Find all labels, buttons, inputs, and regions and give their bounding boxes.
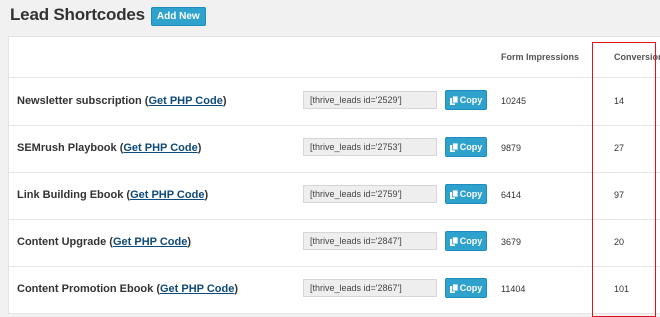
get-php-code-link[interactable]: Get PHP Code bbox=[160, 283, 234, 295]
lead-name-text: Content Promotion Ebook bbox=[17, 283, 154, 295]
copy-icon bbox=[449, 95, 458, 105]
lead-name-text: SEMrush Playbook bbox=[17, 142, 117, 154]
table-row: SEMrush Playbook (Get PHP Code) [thrive_… bbox=[9, 125, 660, 173]
table-row: Content Promotion Ebook (Get PHP Code) [… bbox=[9, 266, 660, 314]
impressions-value: 9879 bbox=[501, 143, 522, 153]
impressions-value: 10245 bbox=[501, 96, 527, 106]
copy-button[interactable]: Copy bbox=[445, 231, 487, 251]
conversions-value: 101 bbox=[614, 284, 630, 294]
copy-label: Copy bbox=[459, 189, 483, 199]
lead-name-text: Newsletter subscription bbox=[17, 95, 142, 107]
shortcode-field[interactable]: [thrive_leads id='2529'] bbox=[303, 91, 437, 109]
conversions-value: 14 bbox=[614, 96, 625, 106]
conversions-value: 20 bbox=[614, 237, 625, 247]
copy-icon bbox=[449, 189, 458, 199]
impressions-value: 3679 bbox=[501, 237, 522, 247]
lead-name: Newsletter subscription (Get PHP Code) bbox=[17, 95, 227, 107]
copy-button[interactable]: Copy bbox=[445, 278, 487, 298]
column-header-impressions: Form Impressions bbox=[501, 52, 580, 62]
copy-icon bbox=[449, 283, 458, 293]
lead-name: Link Building Ebook (Get PHP Code) bbox=[17, 189, 209, 201]
table-row: Content Upgrade (Get PHP Code) [thrive_l… bbox=[9, 219, 660, 267]
add-new-button[interactable]: Add New bbox=[150, 6, 206, 26]
get-php-code-link[interactable]: Get PHP Code bbox=[113, 236, 187, 248]
copy-icon bbox=[449, 236, 458, 246]
table-row: Newsletter subscription (Get PHP Code) [… bbox=[9, 78, 660, 126]
lead-name: Content Promotion Ebook (Get PHP Code) bbox=[17, 283, 239, 295]
conversions-value: 97 bbox=[614, 190, 625, 200]
copy-label: Copy bbox=[459, 95, 483, 105]
copy-label: Copy bbox=[459, 142, 483, 152]
title-bar: Lead Shortcodes Add New bbox=[10, 5, 206, 26]
get-php-code-link[interactable]: Get PHP Code bbox=[123, 142, 197, 154]
copy-label: Copy bbox=[459, 283, 483, 293]
copy-button[interactable]: Copy bbox=[445, 137, 487, 157]
lead-name: Content Upgrade (Get PHP Code) bbox=[17, 236, 192, 248]
shortcode-field[interactable]: [thrive_leads id='2867'] bbox=[303, 279, 437, 297]
table-row: Link Building Ebook (Get PHP Code) [thri… bbox=[9, 172, 660, 220]
lead-name: SEMrush Playbook (Get PHP Code) bbox=[17, 142, 202, 154]
lead-name-text: Link Building Ebook bbox=[17, 189, 124, 201]
page-title: Lead Shortcodes bbox=[10, 5, 145, 24]
impressions-value: 11404 bbox=[501, 284, 526, 294]
impressions-value: 6414 bbox=[501, 190, 522, 200]
shortcode-field[interactable]: [thrive_leads id='2847'] bbox=[303, 232, 437, 250]
lead-name-text: Content Upgrade bbox=[17, 236, 107, 248]
copy-button[interactable]: Copy bbox=[445, 90, 487, 110]
conversions-value: 27 bbox=[614, 143, 625, 153]
shortcode-field[interactable]: [thrive_leads id='2753'] bbox=[303, 138, 437, 156]
table-header: Form Impressions Conversions bbox=[9, 37, 660, 78]
copy-label: Copy bbox=[459, 236, 483, 246]
get-php-code-link[interactable]: Get PHP Code bbox=[148, 95, 222, 107]
copy-icon bbox=[449, 142, 458, 152]
lead-shortcodes-table: Form Impressions Conversions Newsletter … bbox=[8, 36, 660, 314]
get-php-code-link[interactable]: Get PHP Code bbox=[130, 189, 204, 201]
shortcode-field[interactable]: [thrive_leads id='2759'] bbox=[303, 185, 437, 203]
column-header-conversions: Conversions bbox=[614, 52, 660, 62]
copy-button[interactable]: Copy bbox=[445, 184, 487, 204]
